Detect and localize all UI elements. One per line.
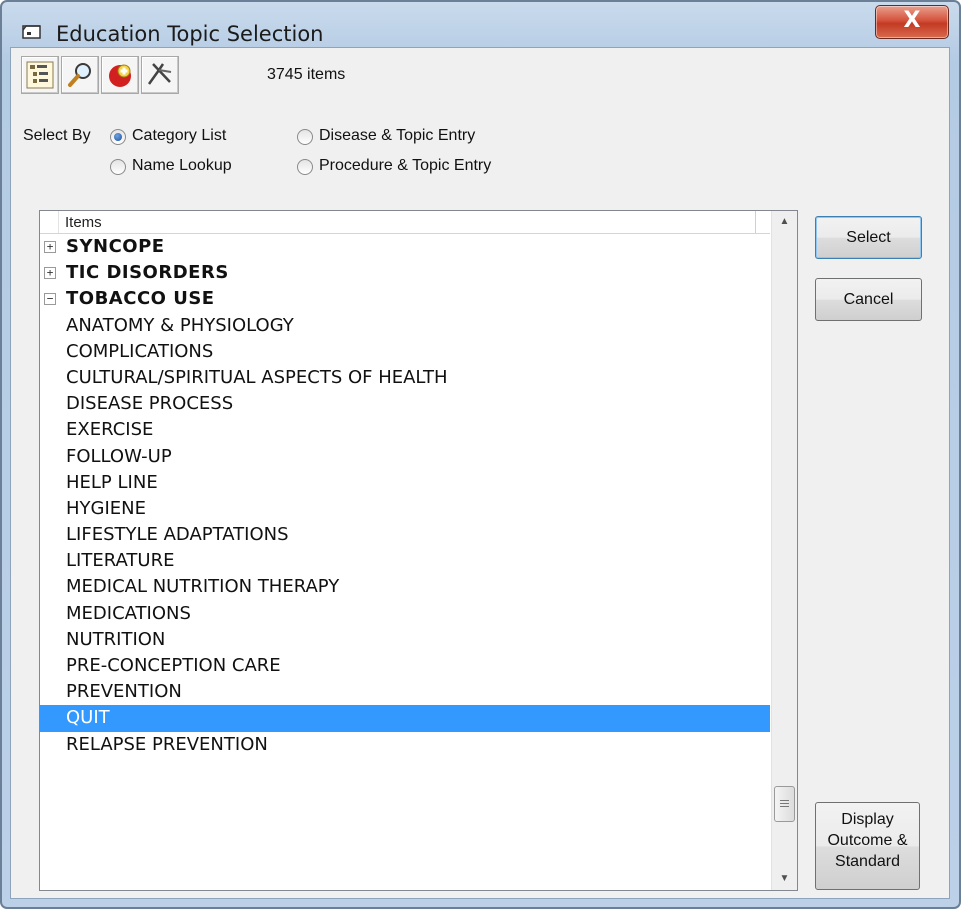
- add-item-button[interactable]: [101, 56, 139, 94]
- tree-topic-row[interactable]: RELAPSE PREVENTION: [40, 732, 770, 758]
- close-icon: X: [903, 8, 921, 33]
- row-label: MEDICAL NUTRITION THERAPY: [66, 576, 340, 598]
- select-by-label: Select By: [23, 127, 91, 144]
- list-header: Items: [40, 211, 770, 234]
- select-button[interactable]: Select: [815, 216, 922, 259]
- row-label: RELAPSE PREVENTION: [66, 733, 268, 755]
- scroll-up-icon[interactable]: ▲: [772, 211, 797, 233]
- row-label: COMPLICATIONS: [66, 340, 214, 362]
- radio-label: Category List: [132, 127, 227, 144]
- row-label: LITERATURE: [66, 550, 175, 572]
- row-label: LIFESTYLE ADAPTATIONS: [66, 524, 289, 546]
- window-icon: [22, 24, 42, 40]
- tree-topic-row[interactable]: QUIT: [40, 705, 770, 732]
- display-button-line: Display: [841, 811, 894, 828]
- column-separator: [58, 211, 59, 233]
- window-title: Education Topic Selection: [56, 22, 324, 46]
- tools-icon: [147, 63, 172, 85]
- tree-topic-row[interactable]: MEDICATIONS: [40, 601, 770, 627]
- row-label: NUTRITION: [66, 628, 166, 650]
- grip-line: [780, 803, 789, 804]
- column-separator: [755, 211, 756, 233]
- magnifier-icon: [68, 63, 91, 87]
- tree-topic-row[interactable]: LITERATURE: [40, 548, 770, 574]
- tree-topic-row[interactable]: HELP LINE: [40, 470, 770, 496]
- row-label: QUIT: [66, 707, 110, 729]
- tree-topic-row[interactable]: EXERCISE: [40, 417, 770, 443]
- add-red-icon: [109, 64, 131, 87]
- row-label: ANATOMY & PHYSIOLOGY: [66, 314, 294, 336]
- tree-topic-row[interactable]: DISEASE PROCESS: [40, 391, 770, 417]
- vertical-scrollbar[interactable]: ▲ ▼: [771, 211, 797, 890]
- row-label: DISEASE PROCESS: [66, 393, 234, 415]
- tree-view-icon: [26, 61, 54, 89]
- radio-label: Name Lookup: [132, 157, 232, 174]
- tree-category-row[interactable]: + TIC DISORDERS: [40, 260, 770, 286]
- row-label: EXERCISE: [66, 419, 154, 441]
- tree-topic-row[interactable]: PRE-CONCEPTION CARE: [40, 653, 770, 679]
- row-label: FOLLOW-UP: [66, 445, 172, 467]
- tree-category-row[interactable]: + SYNCOPE: [40, 234, 770, 260]
- display-outcome-standard-button[interactable]: Display Outcome & Standard: [815, 802, 920, 890]
- row-label: PRE-CONCEPTION CARE: [66, 655, 281, 676]
- tree-topic-row[interactable]: MEDICAL NUTRITION THERAPY: [40, 574, 770, 600]
- expand-icon[interactable]: +: [44, 267, 56, 280]
- row-label: HELP LINE: [66, 471, 158, 493]
- tree-category-row[interactable]: − TOBACCO USE: [40, 286, 770, 312]
- scroll-thumb[interactable]: [774, 786, 795, 822]
- tree-topic-row[interactable]: NUTRITION: [40, 627, 770, 653]
- tree-view-button[interactable]: [21, 56, 59, 94]
- items-list[interactable]: Items + SYNCOPE + TIC DISORDERS − TOBACCO USE…: [39, 210, 798, 891]
- row-label: SYNCOPE: [66, 236, 165, 257]
- column-header-items[interactable]: Items: [65, 214, 102, 231]
- tree-topic-row[interactable]: ANATOMY & PHYSIOLOGY: [40, 313, 770, 339]
- tree-topic-row[interactable]: FOLLOW-UP: [40, 444, 770, 470]
- select-button-label: Select: [846, 229, 891, 246]
- collapse-icon[interactable]: −: [44, 293, 56, 306]
- dialog-client-area: 3745 items Select By Category List Disea…: [10, 47, 950, 899]
- radio-dot: [297, 129, 313, 145]
- list-rows: + SYNCOPE + TIC DISORDERS − TOBACCO USE ANATOM…: [40, 234, 770, 758]
- radio-label: Disease & Topic Entry: [319, 127, 476, 144]
- tree-topic-row[interactable]: LIFESTYLE ADAPTATIONS: [40, 522, 770, 548]
- grip-line: [780, 806, 789, 807]
- cancel-button-label: Cancel: [843, 291, 894, 308]
- close-button[interactable]: X: [875, 5, 949, 39]
- expand-icon[interactable]: +: [44, 241, 56, 253]
- row-label: TIC DISORDERS: [66, 262, 229, 284]
- row-label: CULTURAL/SPIRITUAL ASPECTS OF HEALTH: [66, 366, 448, 388]
- row-label: PREVENTION: [66, 681, 182, 703]
- dialog-window: Education Topic Selection X 3745 items S…: [0, 0, 961, 909]
- row-label: MEDICATIONS: [66, 602, 191, 624]
- radio-dot: [110, 129, 126, 145]
- item-count: 3745 items: [267, 66, 346, 83]
- tree-topic-row[interactable]: HYGIENE: [40, 496, 770, 522]
- tools-button[interactable]: [141, 56, 179, 94]
- radio-label: Procedure & Topic Entry: [319, 157, 492, 174]
- search-button[interactable]: [61, 56, 99, 94]
- scroll-down-icon[interactable]: ▼: [772, 868, 797, 890]
- radio-dot: [110, 159, 126, 175]
- tree-topic-row[interactable]: COMPLICATIONS: [40, 339, 770, 365]
- tree-topic-row[interactable]: PREVENTION: [40, 679, 770, 705]
- row-label: HYGIENE: [66, 497, 146, 519]
- row-label: TOBACCO USE: [66, 288, 215, 310]
- display-button-line: Outcome &: [827, 832, 908, 849]
- display-button-line: Standard: [835, 853, 900, 870]
- tree-topic-row[interactable]: CULTURAL/SPIRITUAL ASPECTS OF HEALTH: [40, 365, 770, 391]
- grip-line: [780, 800, 789, 801]
- cancel-button[interactable]: Cancel: [815, 278, 922, 321]
- title-bar[interactable]: Education Topic Selection X: [2, 2, 959, 48]
- radio-dot: [297, 159, 313, 175]
